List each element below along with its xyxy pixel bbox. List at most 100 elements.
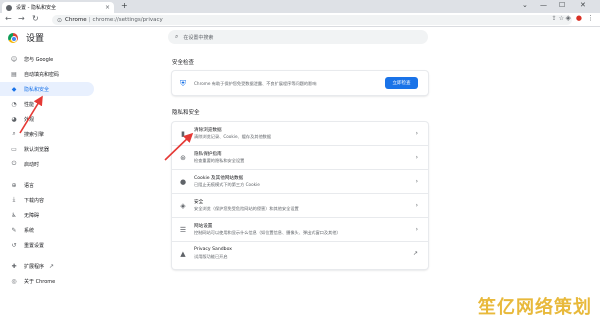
- site-info-icon[interactable]: ⊙: [57, 17, 62, 24]
- row-privacy-guide[interactable]: ⊛ 隐私保护指南 检查重要的隐私和安全设置 ›: [172, 146, 428, 170]
- sidebar-item-languages[interactable]: ⊕ 语言: [0, 178, 94, 192]
- back-icon[interactable]: ←: [5, 14, 12, 23]
- row-title: Cookie 及其他网站数据: [194, 176, 244, 181]
- sidebar-item-label: 关于 Chrome: [24, 278, 56, 285]
- safety-check-card: ⛨ Chrome 有助于保护您免受数据泄露、不良扩展程序等问题的影响 立即检查: [172, 71, 428, 95]
- omnibox-url[interactable]: chrome://settings/privacy: [92, 17, 162, 23]
- chevron-right-icon: ›: [415, 202, 418, 209]
- clipboard-icon: ▤: [11, 70, 17, 78]
- menu-icon[interactable]: ⋮: [587, 14, 594, 22]
- row-cookies[interactable]: ● Cookie 及其他网站数据 已阻止无痕模式下的第三方 Cookie ›: [172, 170, 428, 194]
- row-title: 网站设置: [194, 224, 213, 229]
- sidebar-item-autofill[interactable]: ▤ 自动填充和密码: [0, 67, 94, 81]
- maximize-button[interactable]: ☐: [559, 1, 565, 9]
- reset-icon: ↺: [11, 241, 17, 249]
- sidebar-item-downloads[interactable]: ⤓ 下载内容: [0, 193, 94, 207]
- row-clear-browsing-data[interactable]: ▮ 清除浏览数据 清除浏览记录、Cookie、缓存及其他数据 ›: [172, 122, 428, 146]
- privacy-card: ▮ 清除浏览数据 清除浏览记录、Cookie、缓存及其他数据 › ⊛ 隐私保护指…: [172, 122, 428, 269]
- row-subtitle: 试用版功能已开启: [194, 254, 228, 259]
- close-tab-icon[interactable]: ×: [105, 4, 110, 11]
- row-title: Privacy Sandbox: [194, 247, 232, 252]
- globe-icon: ⊕: [11, 181, 17, 189]
- settings-favicon-icon: [6, 4, 12, 11]
- sidebar-item-you-and-google[interactable]: ☺ 您与 Google: [0, 52, 94, 66]
- extension-icon[interactable]: ◈: [566, 14, 571, 22]
- forward-icon[interactable]: →: [18, 14, 25, 23]
- search-icon: ⌕: [175, 33, 179, 40]
- address-bar[interactable]: ⊙ Chrome | chrome://settings/privacy: [52, 15, 572, 25]
- sidebar-item-accessibility[interactable]: ♿ 无障碍: [0, 208, 94, 222]
- sidebar-item-label: 性能: [24, 101, 35, 108]
- speedometer-icon: ◔: [11, 100, 17, 108]
- sidebar-item-label: 自动填充和密码: [24, 71, 60, 78]
- profile-icon[interactable]: ●: [576, 14, 582, 22]
- sidebar-item-label: 隐私和安全: [24, 86, 50, 93]
- sidebar-item-appearance[interactable]: ◕ 外观: [0, 112, 94, 126]
- sidebar-item-default-browser[interactable]: ▭ 默认浏览器: [0, 142, 94, 156]
- power-icon: ⏻: [11, 160, 17, 167]
- guide-icon: ⊛: [180, 154, 186, 162]
- row-title: 清除浏览数据: [194, 128, 222, 133]
- settings-search[interactable]: ⌕ 在设置中搜索: [168, 30, 428, 44]
- row-subtitle: 检查重要的隐私和安全设置: [194, 158, 245, 163]
- sidebar-item-extensions[interactable]: ✚ 扩展程序 ↗: [0, 259, 94, 273]
- tab-strip: 设置 - 隐私和安全 × + ⌄ — ☐ ✕: [0, 0, 600, 13]
- download-icon: ⤓: [12, 196, 16, 203]
- wrench-icon: ✎: [11, 226, 17, 234]
- sidebar-item-search-engine[interactable]: ⌕ 搜索引擎: [0, 127, 94, 141]
- palette-icon: ◕: [11, 115, 17, 123]
- row-title: 隐私保护指南: [194, 152, 222, 157]
- settings-brand: 设置: [8, 31, 44, 44]
- sidebar-item-label: 语言: [24, 182, 35, 189]
- chrome-logo-icon: [8, 32, 18, 43]
- sidebar-item-label: 搜索引擎: [24, 131, 45, 138]
- sidebar-item-label: 无障碍: [24, 212, 40, 219]
- chevron-right-icon: ›: [415, 178, 418, 185]
- chevron-right-icon: ›: [415, 154, 418, 161]
- tab-settings[interactable]: 设置 - 隐私和安全 ×: [2, 2, 114, 13]
- sidebar-item-reset[interactable]: ↺ 重置设置: [0, 238, 94, 252]
- sidebar-item-label: 扩展程序: [24, 263, 45, 270]
- reload-icon[interactable]: ↻: [32, 14, 39, 23]
- sidebar-item-performance[interactable]: ◔ 性能: [0, 97, 94, 111]
- row-security[interactable]: ◈ 安全 安全浏览（保护您免受危险网站的侵害）和其他安全设置 ›: [172, 194, 428, 218]
- trash-icon: ▮: [181, 130, 185, 138]
- safety-check-description: Chrome 有助于保护您免受数据泄露、不良扩展程序等问题的影响: [194, 81, 317, 86]
- close-window-button[interactable]: ✕: [580, 1, 586, 9]
- shield-icon: ◈: [180, 202, 186, 210]
- search-placeholder: 在设置中搜索: [183, 34, 214, 41]
- sidebar-item-on-startup[interactable]: ⏻ 启动时: [0, 157, 94, 171]
- check-now-button[interactable]: 立即检查: [385, 77, 418, 89]
- sidebar-item-label: 默认浏览器: [24, 146, 50, 153]
- sidebar-item-label: 外观: [24, 116, 35, 123]
- sidebar-item-system[interactable]: ✎ 系统: [0, 223, 94, 237]
- browser-toolbar: ← → ↻ ⊙ Chrome | chrome://settings/priva…: [0, 13, 600, 27]
- omnibox-brand: Chrome: [65, 17, 87, 23]
- row-title: 安全: [194, 200, 204, 205]
- chevron-right-icon: ›: [415, 130, 418, 137]
- tab-search-icon[interactable]: ⌄: [522, 1, 528, 9]
- row-site-settings[interactable]: ☰ 网站设置 控制网站可以使用和显示什么信息（如位置信息、摄像头、弹出式窗口及其…: [172, 218, 428, 242]
- flask-icon: ▲: [180, 250, 186, 258]
- omnibox-separator: |: [88, 17, 91, 23]
- new-tab-button[interactable]: +: [121, 1, 128, 10]
- share-icon[interactable]: ⇪ ☆: [552, 15, 564, 22]
- person-icon: ☺: [10, 55, 18, 63]
- sidebar-item-label: 启动时: [24, 161, 40, 168]
- extension-icons: ◈ ● ⋮: [566, 14, 595, 22]
- external-link-icon: ↗: [49, 262, 55, 270]
- sidebar-item-about-chrome[interactable]: ◎ 关于 Chrome: [0, 274, 94, 288]
- sidebar-item-privacy[interactable]: ◆ 隐私和安全: [0, 82, 94, 96]
- chrome-icon: ◎: [11, 277, 17, 285]
- tab-title: 设置 - 隐私和安全: [16, 5, 56, 11]
- puzzle-icon: ✚: [11, 262, 17, 270]
- page-title: 设置: [26, 34, 45, 44]
- external-link-icon: ↗: [412, 250, 418, 257]
- accessibility-icon: ♿: [11, 211, 17, 219]
- shield-check-icon: ⛨: [180, 79, 186, 88]
- sidebar-item-label: 您与 Google: [24, 56, 54, 63]
- row-privacy-sandbox[interactable]: ▲ Privacy Sandbox 试用版功能已开启 ↗: [172, 242, 428, 266]
- sidebar-item-label: 下载内容: [24, 197, 45, 204]
- minimize-button[interactable]: —: [540, 1, 547, 9]
- row-subtitle: 控制网站可以使用和显示什么信息（如位置信息、摄像头、弹出式窗口及其他）: [194, 230, 341, 235]
